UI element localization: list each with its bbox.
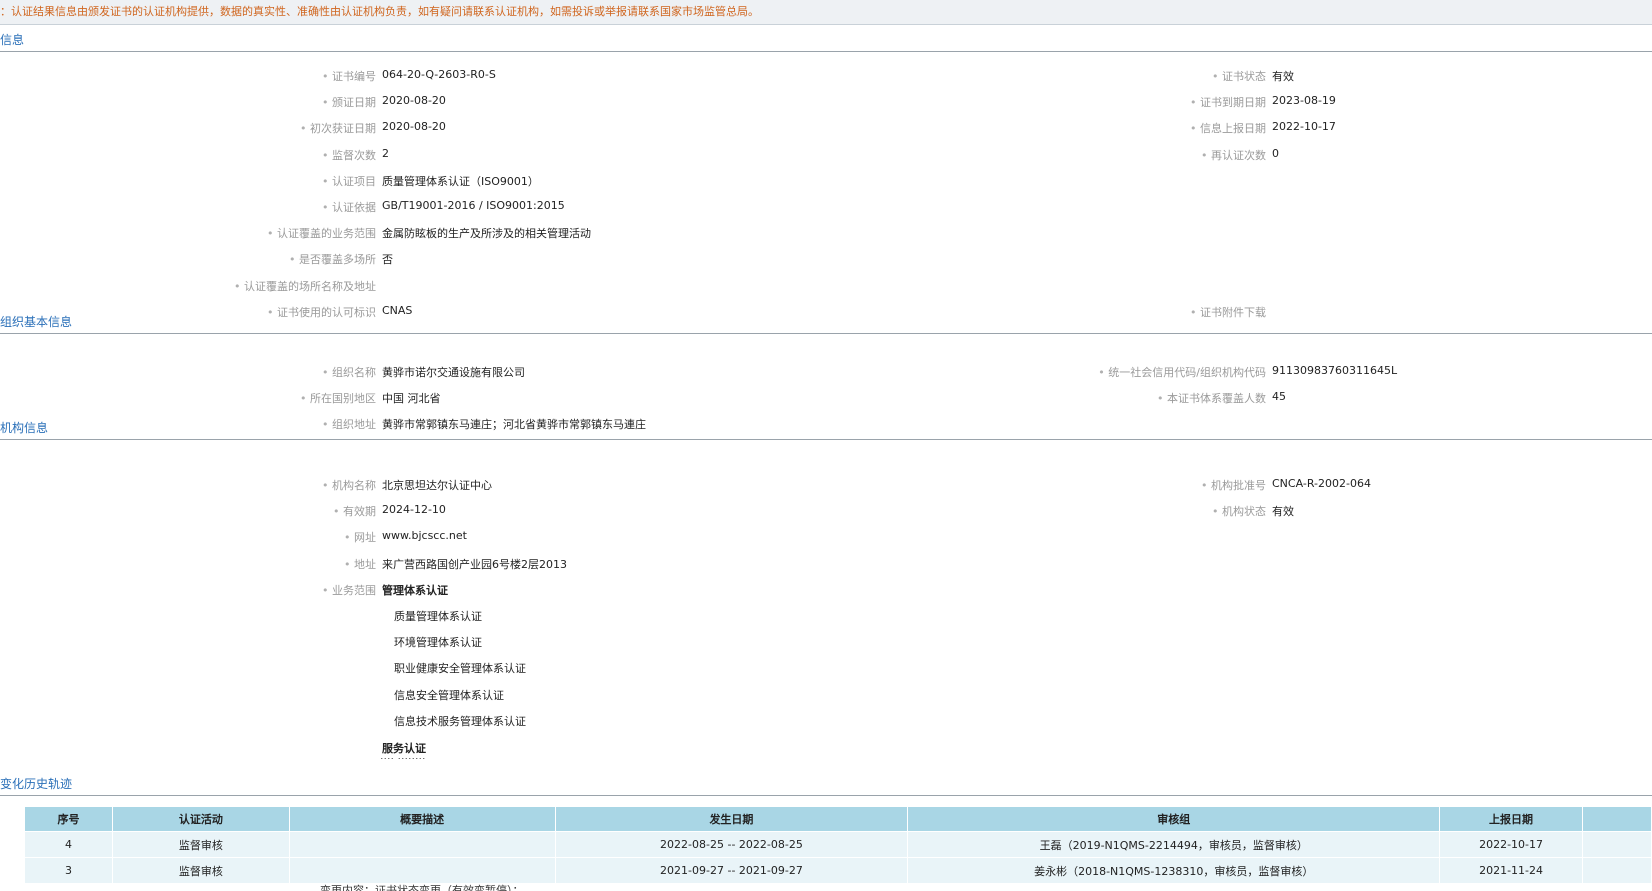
field-value: 0 [1272, 146, 1279, 160]
table-row: 3 监督审核 2021-09-27 -- 2021-09-27 姜永彬（2018-N1… [24, 857, 1652, 884]
field-value: 91130983760311645L [1272, 364, 1398, 377]
field-label: 证书附件下载 [1190, 304, 1266, 320]
field-value: 2024-12-10 [382, 503, 446, 517]
field-value: 2020-08-20 [382, 120, 446, 134]
table-cell: 监督审核 [111, 831, 290, 858]
field-label: 机构批准号 [1201, 477, 1266, 493]
field-value: 2023-08-19 [1272, 94, 1336, 108]
field-label: 机构名称 [322, 477, 376, 493]
field-label: 是否覆盖多场所 [289, 251, 376, 267]
table-cell [288, 857, 556, 884]
table-cell: 2022-10-17 [1439, 831, 1584, 858]
field-value: CNAS [382, 303, 413, 317]
field-label: 监督次数 [322, 147, 376, 163]
divider [0, 333, 1652, 334]
field-label: 本证书体系覆盖人数 [1157, 390, 1266, 406]
table-cell [1582, 857, 1652, 884]
table-cell: 监督审核 [111, 857, 290, 884]
section-title-cert: 信息 [0, 33, 25, 47]
section-title-org: 组织基本信息 [0, 315, 73, 329]
scope-item: 质量管理体系认证 [394, 610, 482, 623]
table-cell: 姜永彬（2018-N1QMS-1238310，审核员，监督审核） [907, 857, 1441, 884]
field-value: 质量管理体系认证（ISO9001） [382, 174, 539, 188]
table-cell: 2021-09-27 -- 2021-09-27 [554, 857, 909, 884]
field-value: GB/T19001-2016 / ISO9001:2015 [382, 199, 565, 212]
field-label: 有效期 [333, 503, 376, 519]
table-cell: 3 [24, 857, 113, 884]
field-label: 组织地址 [322, 416, 376, 432]
field-label: 认证覆盖的业务范围 [267, 225, 376, 241]
scope-item: 信息安全管理体系认证 [394, 688, 504, 702]
divider [0, 51, 1652, 52]
scope-group-management: 管理体系认证 [382, 583, 448, 597]
field-value: 否 [382, 253, 393, 267]
field-label: 认证项目 [322, 173, 376, 189]
field-label: 认证依据 [322, 199, 376, 215]
field-value: 金属防眩板的生产及所涉及的相关管理活动 [382, 227, 591, 241]
field-label: 证书状态 [1212, 68, 1266, 84]
field-label: 证书编号 [322, 68, 376, 84]
field-value: 有效 [1272, 70, 1294, 83]
field-label: 网址 [344, 529, 376, 545]
field-label: 初次获证日期 [300, 120, 376, 136]
field-label: 证书到期日期 [1190, 94, 1266, 110]
field-value: 064-20-Q-2603-R0-S [382, 68, 496, 81]
history-column-header: 序号 [24, 806, 113, 832]
table-row: 4 监督审核 2022-08-25 -- 2022-08-25 王磊（2019-N1Q… [24, 831, 1652, 858]
table-cell [288, 831, 556, 858]
field-label: 证书使用的认可标识 [267, 304, 376, 320]
notice-banner: ：认证结果信息由颁发证书的认证机构提供，数据的真实性、准确性由认证机构负责，如有… [0, 0, 1652, 25]
field-value: 2020-08-20 [382, 94, 446, 108]
history-column-header: 上报日期 [1439, 806, 1584, 832]
field-value: 黄骅市常郭镇东马連庄；河北省黄骅市常郭镇东马連庄 [382, 418, 646, 432]
scope-item: 职业健康安全管理体系认证 [394, 662, 526, 676]
history-column-header: 概要描述 [288, 806, 556, 832]
table-cell: 2022-08-25 -- 2022-08-25 [554, 831, 909, 858]
field-value: 有效 [1272, 505, 1294, 519]
field-label: 机构状态 [1212, 503, 1266, 519]
history-partial-row-text: 变更内容：证书状态变更（有效变暂停）： [320, 884, 524, 891]
scope-group-service: 服务认证 [382, 742, 426, 755]
field-value: CNCA-R-2002-064 [1272, 477, 1371, 490]
divider [0, 439, 1652, 440]
scope-item: 环境管理体系认证 [394, 636, 482, 650]
table-cell: 王磊（2019-N1QMS-2214494，审核员，监督审核） [907, 831, 1441, 858]
section-title-agency: 机构信息 [0, 421, 49, 435]
table-cell: 2021-11-24 [1439, 857, 1584, 884]
history-column-header: 发生日期 [554, 806, 909, 832]
field-label: 再认证次数 [1201, 147, 1266, 163]
section-title-history: 变化历史轨迹 [0, 777, 73, 791]
field-label: 组织名称 [322, 364, 376, 380]
scope-overflow-clip: ···· ········ [380, 758, 426, 765]
history-column-header: 审核组 [907, 806, 1441, 832]
field-label: 业务范围 [322, 582, 376, 598]
history-header-row: 序号 认证活动 概要描述 发生日期 审核组 上报日期 [24, 806, 1652, 832]
field-label: 所在国别地区 [300, 390, 376, 406]
history-body: 4 监督审核 2022-08-25 -- 2022-08-25 王磊（2019-N1Q… [24, 831, 1652, 884]
field-value: www.bjcscc.net [382, 529, 467, 543]
field-label: 颁证日期 [322, 94, 376, 110]
scope-item: 信息技术服务管理体系认证 [394, 714, 526, 728]
field-value: 来广营西路国创产业园6号楼2层2013 [382, 557, 567, 571]
field-value: 中国 河北省 [382, 392, 441, 406]
history-table: 序号 认证活动 概要描述 发生日期 审核组 上报日期 4 监督审核 2022-08-25 --… [24, 806, 1652, 884]
field-value: 2022-10-17 [1272, 120, 1336, 134]
history-column-header: 认证活动 [111, 806, 290, 832]
field-label: 认证覆盖的场所名称及地址 [234, 278, 376, 294]
table-cell [1582, 831, 1652, 858]
field-label: 地址 [344, 556, 376, 572]
history-column-header [1582, 806, 1652, 832]
field-value: 黄骅市诺尔交通设施有限公司 [382, 366, 525, 379]
field-label: 统一社会信用代码/组织机构代码 [1098, 364, 1266, 380]
field-value: 北京思坦达尔认证中心 [382, 479, 492, 492]
table-cell: 4 [24, 831, 113, 858]
divider [0, 795, 1652, 796]
field-value: 2 [382, 146, 389, 160]
field-label: 信息上报日期 [1190, 120, 1266, 136]
field-value: 45 [1272, 390, 1286, 404]
